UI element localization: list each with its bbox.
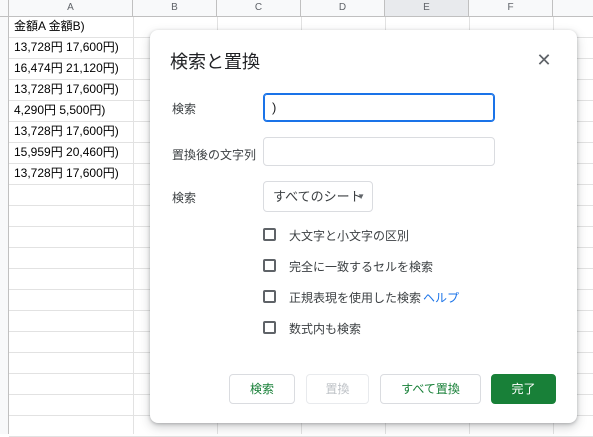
column-header-d[interactable]: D xyxy=(301,0,385,17)
dialog-title: 検索と置換 xyxy=(170,52,260,72)
column-header-f[interactable]: F xyxy=(469,0,553,17)
close-icon[interactable]: ✕ xyxy=(534,50,554,70)
column-header-e[interactable]: E xyxy=(385,0,469,17)
select-all-corner[interactable] xyxy=(0,0,9,17)
column-header-b[interactable]: B xyxy=(133,0,217,17)
replace-button[interactable]: 置換 xyxy=(306,374,369,404)
column-header-a[interactable]: A xyxy=(9,0,133,17)
match-case-checkbox[interactable] xyxy=(263,228,276,241)
cell-a8[interactable]: 13,728円 17,600円) xyxy=(14,163,119,183)
regex-checkbox[interactable] xyxy=(263,290,276,303)
find-label: 検索 xyxy=(172,102,197,116)
replace-input[interactable] xyxy=(263,137,495,166)
find-input[interactable] xyxy=(263,93,495,122)
cell-a5[interactable]: 4,290円 5,500円) xyxy=(14,100,105,120)
find-replace-dialog: 検索と置換 ✕ 検索 置換後の文字列 検索 すべてのシート ▼ 大文字と小文字の… xyxy=(150,30,577,423)
column-header-g[interactable] xyxy=(553,0,593,17)
replace-all-button[interactable]: すべて置換 xyxy=(380,374,481,404)
cell-a1[interactable]: 金額A 金額B) xyxy=(14,16,85,36)
cell-a6[interactable]: 13,728円 17,600円) xyxy=(14,121,119,141)
caret-down-icon: ▼ xyxy=(357,192,365,201)
formulas-label: 数式内も検索 xyxy=(289,322,362,336)
row-header-gutter xyxy=(0,17,9,434)
scope-dropdown-value: すべてのシート xyxy=(273,189,363,204)
find-button[interactable]: 検索 xyxy=(229,374,295,404)
entire-cell-checkbox[interactable] xyxy=(263,259,276,272)
scope-label: 検索 xyxy=(172,191,197,205)
scope-dropdown[interactable]: すべてのシート ▼ xyxy=(263,181,373,212)
column-header-c[interactable]: C xyxy=(217,0,301,17)
help-link[interactable]: ヘルプ xyxy=(423,289,459,306)
done-button[interactable]: 完了 xyxy=(491,374,556,404)
replace-label: 置換後の文字列 xyxy=(172,148,257,162)
regex-label: 正規表現を使用した検索 xyxy=(289,291,422,305)
cell-a4[interactable]: 13,728円 17,600円) xyxy=(14,79,119,99)
cell-a3[interactable]: 16,474円 21,120円) xyxy=(14,58,119,78)
cell-a2[interactable]: 13,728円 17,600円) xyxy=(14,37,119,57)
cell-a7[interactable]: 15,959円 20,460円) xyxy=(14,142,119,162)
entire-cell-label: 完全に一致するセルを検索 xyxy=(289,260,434,274)
formulas-checkbox[interactable] xyxy=(263,321,276,334)
match-case-label: 大文字と小文字の区別 xyxy=(289,229,410,243)
